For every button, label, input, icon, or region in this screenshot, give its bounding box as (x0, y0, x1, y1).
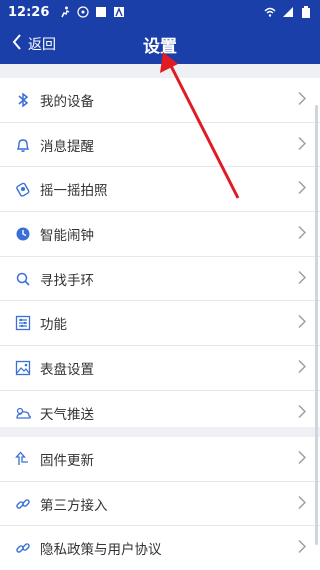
chevron-right-icon (298, 224, 307, 243)
menu-item-label: 第三方接入 (40, 497, 108, 514)
scrollbar[interactable] (315, 105, 318, 545)
chevron-right-icon (298, 494, 307, 513)
weather-icon (14, 404, 32, 422)
policy-link-icon (14, 539, 32, 557)
menu-item-firmware-update[interactable]: 固件更新 (0, 437, 320, 482)
wifi-icon (264, 6, 276, 18)
bluetooth-icon (14, 91, 32, 109)
section-divider (0, 427, 320, 437)
menu-item-label: 隐私政策与用户协议 (40, 542, 162, 559)
alarm-icon (14, 225, 32, 243)
menu-item-smart-alarm[interactable]: 智能闹钟 (0, 212, 320, 257)
menu-item-message-reminder[interactable]: 消息提醒 (0, 123, 320, 168)
chevron-right-icon (298, 539, 307, 558)
menu-item-functions[interactable]: 功能 (0, 301, 320, 347)
chevron-right-icon (298, 90, 307, 109)
chevron-right-icon (298, 180, 307, 199)
navigation-bar: 返回 设置 (0, 24, 320, 64)
fan-icon (77, 6, 89, 18)
app-a-icon (113, 6, 125, 18)
signal-icon (282, 6, 294, 18)
chevron-right-icon (298, 314, 307, 333)
menu-item-label: 摇一摇拍照 (40, 183, 108, 200)
menu-item-dial-settings[interactable]: 表盘设置 (0, 346, 320, 391)
battery-icon (300, 6, 312, 18)
menu-item-label: 固件更新 (40, 452, 94, 469)
menu-item-label: 寻找手环 (40, 272, 94, 289)
status-time: 12:26 (8, 4, 50, 20)
menu-item-third-party-access[interactable]: 第三方接入 (0, 482, 320, 527)
shake-camera-icon (14, 180, 32, 198)
menu-item-label: 智能闹钟 (40, 227, 94, 244)
section-divider (0, 64, 320, 78)
settings-sliders-icon (14, 314, 32, 332)
menu-item-label: 功能 (40, 317, 67, 334)
app-square-icon (95, 6, 107, 18)
menu-item-shake-photo[interactable]: 摇一摇拍照 (0, 167, 320, 213)
chevron-right-icon (298, 135, 307, 154)
menu-item-label: 我的设备 (40, 93, 94, 110)
chevron-right-icon (298, 358, 307, 377)
menu-item-my-device[interactable]: 我的设备 (0, 78, 320, 123)
page-title: 设置 (143, 36, 177, 57)
bell-icon (14, 136, 32, 154)
settings-group-2: 固件更新 第三方接入 隐私政策与用户协议 (0, 437, 320, 570)
menu-item-label: 表盘设置 (40, 361, 94, 378)
menu-item-label: 天气推送 (40, 406, 94, 423)
chevron-right-icon (298, 403, 307, 422)
chevron-right-icon (298, 269, 307, 288)
settings-group-1: 我的设备 消息提醒 摇一摇拍照 智能闹钟 寻找手环 功能 表盘设置 天气推送 (0, 78, 320, 435)
menu-item-label: 消息提醒 (40, 138, 94, 155)
status-left-icons (59, 6, 125, 18)
menu-item-privacy-policy[interactable]: 隐私政策与用户协议 (0, 526, 320, 570)
chevron-right-icon (298, 449, 307, 468)
dial-image-icon (14, 359, 32, 377)
status-bar: 12:26 (0, 0, 320, 24)
menu-item-find-band[interactable]: 寻找手环 (0, 257, 320, 302)
status-right-icons (264, 6, 312, 18)
update-icon (14, 450, 32, 468)
search-icon (14, 270, 32, 288)
running-icon (59, 6, 71, 18)
link-icon (14, 495, 32, 513)
